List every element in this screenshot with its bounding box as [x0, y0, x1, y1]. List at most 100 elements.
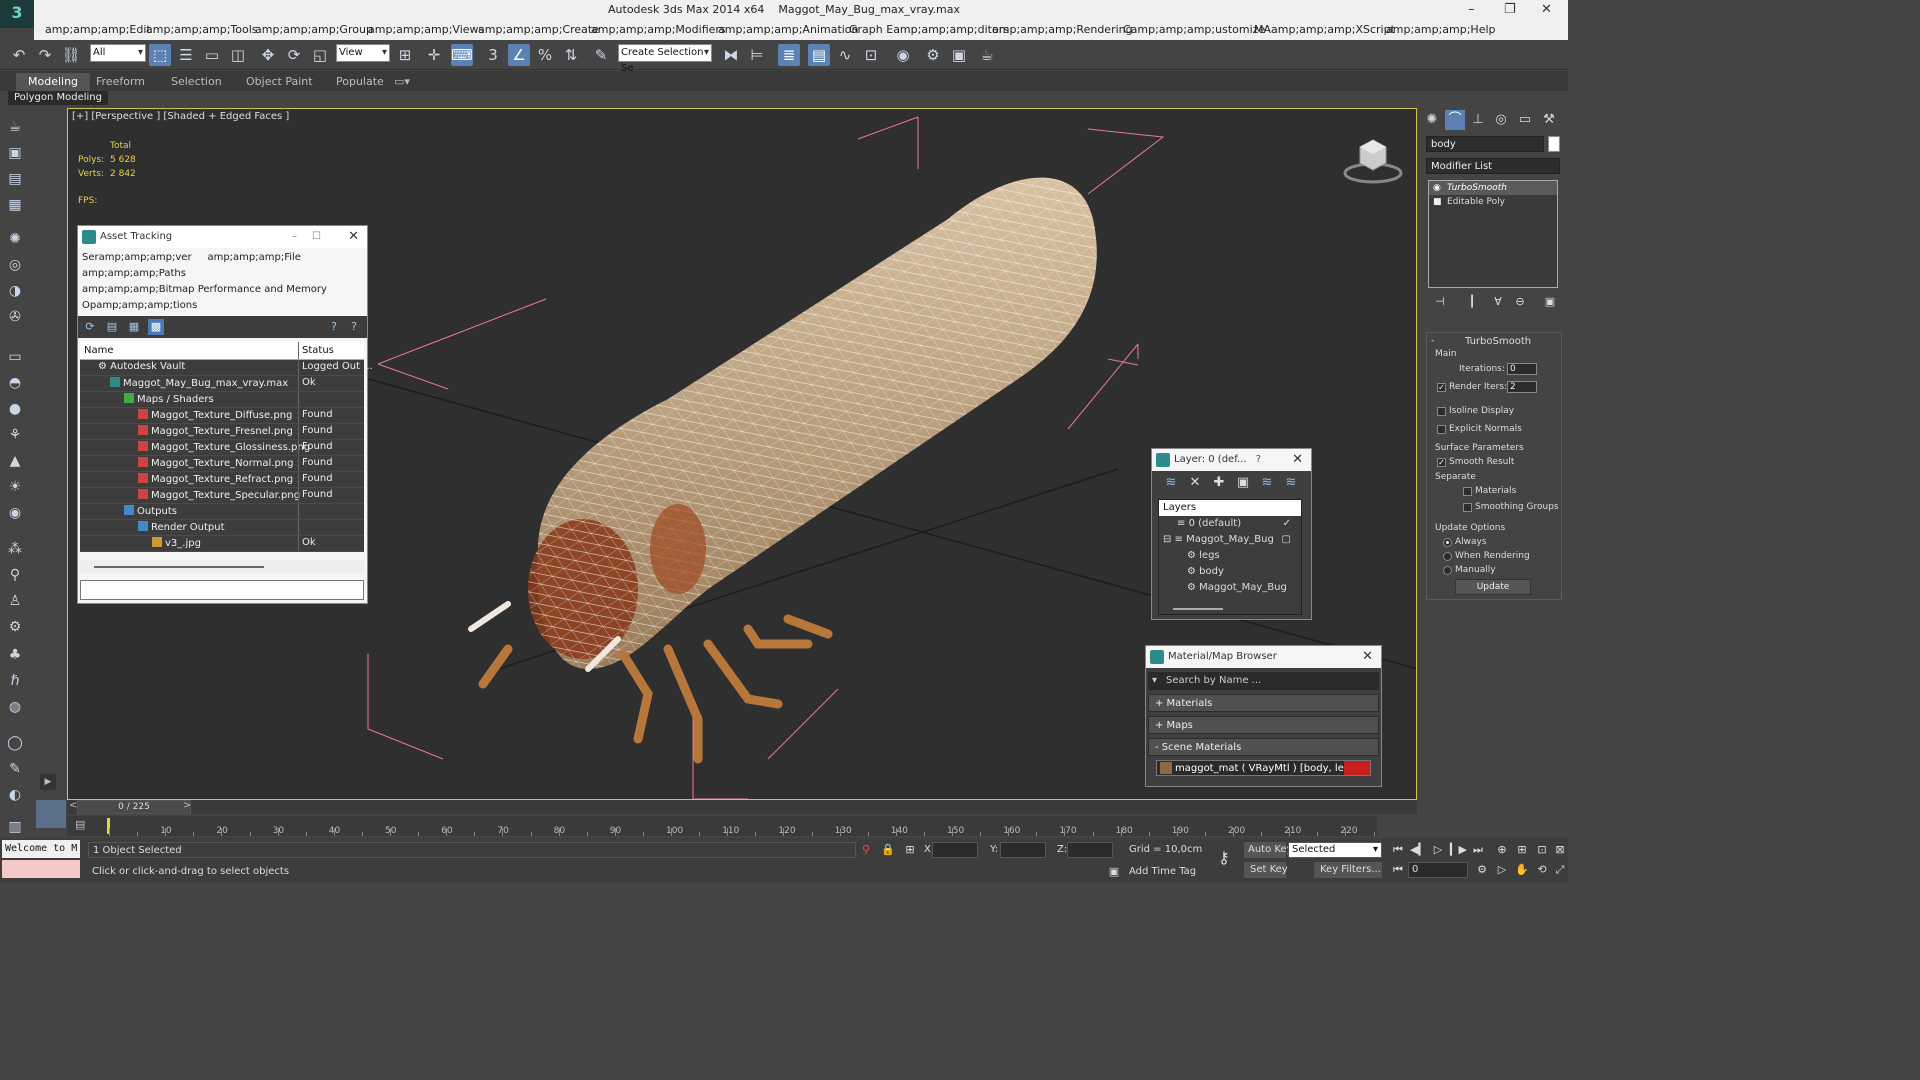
- film-icon[interactable]: ✇: [5, 308, 25, 326]
- menu-rendering[interactable]: amp;amp;amp;Rendering: [992, 23, 1133, 36]
- manually-radio[interactable]: [1443, 566, 1452, 575]
- scale-icon[interactable]: ◱: [309, 44, 331, 66]
- menu-paths[interactable]: amp;amp;amp;Paths: [82, 268, 186, 279]
- gear-icon[interactable]: ⚙: [5, 618, 25, 636]
- stack-item-turbosmooth[interactable]: ◉ TurboSmooth: [1429, 181, 1557, 195]
- rotate-icon[interactable]: ⟳: [283, 44, 305, 66]
- manipulate-icon[interactable]: ✛: [423, 44, 445, 66]
- percent-snap-icon[interactable]: %: [534, 44, 556, 66]
- curve-editor-mini-icon[interactable]: ▤: [75, 818, 85, 831]
- list-item[interactable]: ⚙ body: [1159, 564, 1301, 580]
- list-item[interactable]: ⊟ ≡ Maggot_May_Bug ▢: [1159, 532, 1301, 548]
- make-unique-icon[interactable]: ∀: [1490, 294, 1506, 310]
- layer-manager-icon[interactable]: ≣: [778, 44, 800, 66]
- table-view-icon[interactable]: ▩: [148, 319, 164, 335]
- x-coord-field[interactable]: [932, 842, 978, 858]
- set-key-button[interactable]: Set Key: [1244, 862, 1288, 878]
- window-crossing-icon[interactable]: ◫: [227, 44, 249, 66]
- zoom-all-icon[interactable]: ⊞: [1514, 842, 1530, 858]
- disc-icon[interactable]: ◉: [5, 504, 25, 522]
- table-row[interactable]: Render Output: [80, 520, 364, 536]
- tab-freeform[interactable]: Freeform: [84, 73, 157, 91]
- orbit-icon[interactable]: ⟲: [1534, 862, 1550, 878]
- menu-tools[interactable]: amp;amp;amp;Tools: [146, 23, 258, 36]
- layer-add-icon[interactable]: ✚: [1210, 474, 1228, 492]
- table-row[interactable]: Maggot_Texture_Normal.png Found: [80, 456, 364, 472]
- timeline-ruler[interactable]: ▤ 10 20 30 40 50 60 70 80 90 100 110 120 130 140 150 16…: [67, 816, 1377, 836]
- table-row[interactable]: Maggot_Texture_Refract.png Found: [80, 472, 364, 488]
- maxscript-listener-output[interactable]: [2, 860, 80, 878]
- object-color-swatch[interactable]: [1548, 136, 1560, 152]
- select-by-name-icon[interactable]: ☰: [175, 44, 197, 66]
- pin-stack-icon[interactable]: ⊣: [1432, 294, 1448, 310]
- schematic-view-icon[interactable]: ⊡: [860, 44, 882, 66]
- mini-viewport-icon[interactable]: [36, 800, 66, 828]
- y-coord-field[interactable]: [1000, 842, 1046, 858]
- biped-icon[interactable]: ♙: [5, 592, 25, 610]
- iterations-spinner[interactable]: 0: [1507, 363, 1537, 375]
- align-icon[interactable]: ⊨: [746, 44, 768, 66]
- render-production-icon[interactable]: ☕: [976, 44, 998, 66]
- checkmark-icon[interactable]: ✓: [1283, 516, 1291, 532]
- layer-box-icon[interactable]: ▢: [1282, 532, 1291, 548]
- angle-snap-icon[interactable]: ∠: [508, 44, 530, 66]
- tab-object-paint[interactable]: Object Paint: [234, 73, 325, 91]
- modifier-list-dropdown[interactable]: Modifier List: [1426, 158, 1560, 174]
- ref-coord-dropdown[interactable]: View: [336, 44, 390, 62]
- cone-icon[interactable]: ▲: [5, 452, 25, 470]
- zoom-icon[interactable]: ⊕: [1494, 842, 1510, 858]
- create-tab-icon[interactable]: ✺: [1422, 110, 1442, 130]
- rollout-title[interactable]: TurboSmooth: [1465, 336, 1531, 347]
- play-icon[interactable]: ▷: [1430, 842, 1446, 858]
- modify-tab-icon[interactable]: ⌒: [1445, 110, 1465, 130]
- menu-animation[interactable]: amp;amp;amp;Animation: [718, 23, 859, 36]
- utilities-tab-icon[interactable]: ⚒: [1539, 110, 1559, 130]
- render-icon[interactable]: ◐: [5, 786, 25, 804]
- when-rendering-radio[interactable]: [1443, 552, 1452, 561]
- key-mode-toggle-icon[interactable]: ⏮: [1390, 862, 1406, 878]
- menu-modifiers[interactable]: amp;amp;amp;Modifiers: [591, 23, 726, 36]
- material-search-input[interactable]: ▾ Search by Name ...: [1148, 672, 1379, 690]
- zoom-extents-all-icon[interactable]: ⊠: [1552, 842, 1568, 858]
- stack-item-editable-poly[interactable]: ■ Editable Poly: [1429, 195, 1557, 209]
- help-alt-icon[interactable]: ?: [346, 319, 362, 335]
- list-item[interactable]: ≡ 0 (default) ✓: [1159, 516, 1301, 532]
- asset-path-field[interactable]: [80, 580, 364, 600]
- hf-icon[interactable]: ℏ: [5, 672, 25, 690]
- scene-materials-group[interactable]: - Scene Materials: [1148, 738, 1379, 756]
- minimize-icon[interactable]: –: [1468, 2, 1475, 17]
- menu-options[interactable]: Opamp;amp;amp;tions: [82, 300, 197, 311]
- tab-selection[interactable]: Selection: [159, 73, 234, 91]
- close-icon[interactable]: ✕: [1362, 646, 1373, 668]
- globe-icon[interactable]: ◯: [5, 734, 25, 752]
- redo-icon[interactable]: ↷: [34, 44, 56, 66]
- material-editor-icon[interactable]: ◉: [892, 44, 914, 66]
- script-icon[interactable]: ✎: [5, 760, 25, 778]
- menu-file[interactable]: amp;amp;amp;File: [207, 252, 301, 263]
- motion-tab-icon[interactable]: ◎: [1491, 110, 1511, 130]
- ribbon-toggle-icon[interactable]: ▤: [808, 44, 830, 66]
- layer-new-icon[interactable]: ≋: [1162, 474, 1180, 492]
- time-slider[interactable]: 0 / 225: [77, 800, 191, 814]
- rect-region-icon[interactable]: ▭: [201, 44, 223, 66]
- auto-key-button[interactable]: Auto Key: [1244, 842, 1293, 858]
- render-iters-spinner[interactable]: 2: [1507, 381, 1537, 393]
- horizontal-scrollbar[interactable]: [80, 560, 364, 574]
- add-time-tag[interactable]: Add Time Tag: [1129, 866, 1196, 877]
- layer-select-icon[interactable]: ▣: [1234, 474, 1252, 492]
- refresh-icon[interactable]: ⟳: [82, 319, 98, 335]
- particles-icon[interactable]: ⁂: [5, 540, 25, 558]
- maggot-model[interactable]: [468, 177, 1097, 764]
- layer-window-titlebar[interactable]: Layer: 0 (def... ? ✕: [1152, 449, 1311, 471]
- menu-views[interactable]: amp;amp;amp;Views: [368, 23, 484, 36]
- maxscript-listener[interactable]: Welcome to M: [2, 840, 80, 858]
- sphere-half-icon[interactable]: ◓: [5, 374, 25, 392]
- key-icon[interactable]: ⚷: [1216, 850, 1232, 866]
- layer-current-icon[interactable]: ≋: [1282, 474, 1300, 492]
- display-tab-icon[interactable]: ▭: [1515, 110, 1535, 130]
- time-tag-icon[interactable]: ▣: [1106, 864, 1122, 880]
- asset-tracking-titlebar[interactable]: Asset Tracking – ☐ ✕: [78, 226, 367, 248]
- current-frame-field[interactable]: 0: [1408, 862, 1468, 878]
- expand-arrow-icon[interactable]: ▶: [40, 774, 56, 790]
- object-name-field[interactable]: body: [1426, 136, 1544, 152]
